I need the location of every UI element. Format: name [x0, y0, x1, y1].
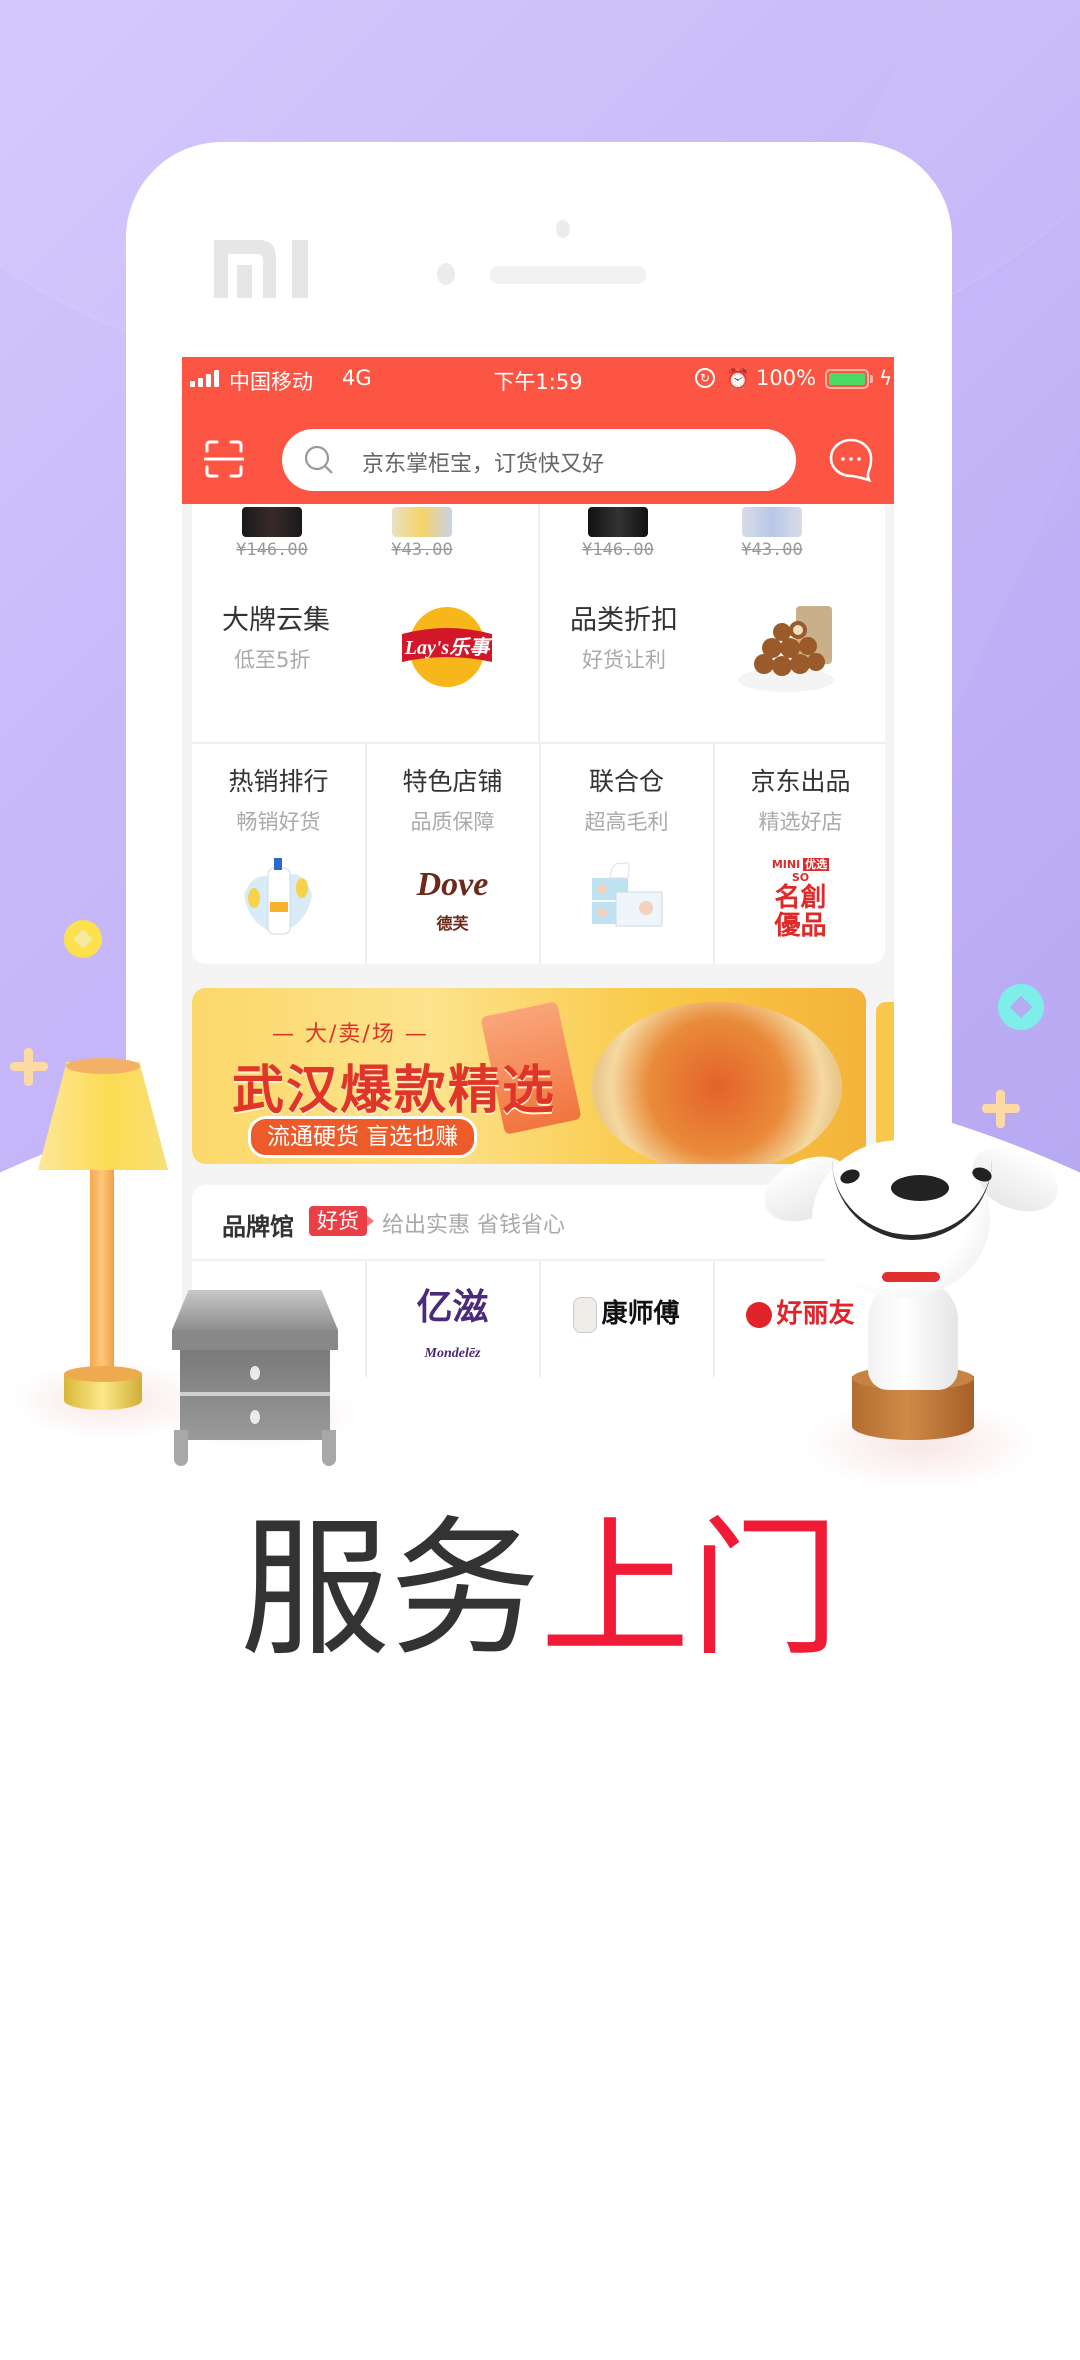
- sparkle-plus-icon: [982, 1090, 1020, 1128]
- card-subtitle: 品质保障: [410, 810, 495, 834]
- product-price: ¥43.00: [391, 540, 453, 560]
- message-icon[interactable]: [828, 437, 874, 483]
- product-image: [742, 507, 802, 537]
- category-card-featured-stores[interactable]: 特色店铺 品质保障 Dove 德芙: [366, 744, 539, 964]
- product-image: [392, 507, 452, 537]
- card-subtitle: 低至5折: [234, 648, 311, 672]
- card-title: 品类折扣: [570, 605, 678, 636]
- app-screen: 中国移动 4G 下午1:59 ↻ ⏰ 100% ϟ 京东掌柜宝，订货快又好 ¥1…: [182, 357, 894, 1377]
- promo-banner[interactable]: — 大/卖/场 — 武汉爆款精选 流通硬货 盲选也赚: [192, 988, 866, 1164]
- card-title: 大牌云集: [222, 605, 330, 636]
- card-subtitle: 超高毛利: [584, 810, 669, 834]
- coin-icon: [998, 984, 1044, 1030]
- card-title: 热销排行: [228, 767, 329, 796]
- charging-bolt-icon: ϟ: [879, 366, 893, 390]
- feature-grid: 大牌云集 低至5折 Lay's乐事 品类折扣 好货让利 热销排行 畅销好货 特色…: [192, 568, 887, 964]
- wipes-image-icon: [592, 862, 663, 927]
- search-icon: [304, 445, 333, 474]
- orientation-lock-icon: ↻: [695, 368, 715, 388]
- dove-logo: Dove 德芙: [416, 866, 489, 934]
- headline: 服务上门: [0, 1500, 1080, 1680]
- banner-title: 武汉爆款精选: [232, 1061, 557, 1121]
- search-placeholder: 京东掌柜宝，订货快又好: [362, 452, 605, 477]
- app-header: 中国移动 4G 下午1:59 ↻ ⏰ 100% ϟ 京东掌柜宝，订货快又好: [182, 357, 894, 504]
- category-card-hot-sales[interactable]: 热销排行 畅销好货: [192, 744, 365, 964]
- status-bar: 中国移动 4G 下午1:59 ↻ ⏰ 100% ϟ: [182, 357, 894, 401]
- card-title: 联合仓: [588, 767, 664, 796]
- floor-lamp-top: [66, 1058, 140, 1074]
- cabinet-drawer-line: [180, 1392, 330, 1396]
- noodle-bowl-image: [592, 1002, 842, 1164]
- headline-part2: 上门: [540, 1503, 841, 1677]
- battery-percent: 100%: [756, 366, 817, 390]
- shampoo-image-icon: [244, 858, 312, 935]
- product-price: ¥43.00: [741, 540, 803, 560]
- brand-hall-badge: 好货: [309, 1206, 367, 1236]
- product-image: [242, 507, 302, 537]
- cabinet-front: [172, 1330, 338, 1350]
- card-title: 京东出品: [750, 767, 851, 796]
- mascot-collar: [882, 1272, 940, 1282]
- scan-icon[interactable]: [204, 439, 244, 479]
- floor-lamp-pole: [90, 1166, 114, 1376]
- card-subtitle: 畅销好货: [236, 810, 321, 834]
- badge-arrow-icon: [364, 1213, 374, 1229]
- banner-tagline: 流通硬货 盲选也赚: [248, 1116, 478, 1158]
- cabinet-leg: [174, 1430, 188, 1466]
- sparkle-plus-icon: [10, 1048, 48, 1086]
- cabinet-knob-icon: [250, 1410, 260, 1424]
- card-subtitle: 精选好店: [758, 810, 843, 834]
- earpiece-speaker: [490, 266, 646, 284]
- cabinet-knob-icon: [250, 1366, 260, 1380]
- card-title: 特色店铺: [402, 767, 503, 796]
- mi-logo-icon: [214, 240, 308, 298]
- product-price: ¥146.00: [236, 540, 308, 560]
- svg-text:Lay's乐事: Lay's乐事: [404, 636, 492, 659]
- card-subtitle: 好货让利: [582, 648, 666, 672]
- alarm-icon: ⏰: [726, 368, 750, 390]
- category-card-joint-warehouse[interactable]: 联合仓 超高毛利: [540, 744, 713, 964]
- product-image: [588, 507, 648, 537]
- next-banner-peek[interactable]: [876, 1002, 894, 1150]
- lays-logo-icon: Lay's乐事: [402, 607, 492, 687]
- brand-hall-title: 品牌馆: [222, 1213, 294, 1241]
- search-input[interactable]: 京东掌柜宝，订货快又好: [282, 429, 796, 491]
- sensor-icon: [437, 263, 455, 285]
- cabinet-leg: [322, 1430, 336, 1466]
- battery-tip: [870, 375, 873, 383]
- cabinet-top: [172, 1290, 338, 1330]
- front-camera-icon: [556, 220, 570, 238]
- brand-hall-slogan: 给出实惠 省钱省心: [382, 1213, 565, 1238]
- category-card-jd-products[interactable]: 京东出品 精选好店 MINI 优选 SO 名創 優品: [714, 744, 887, 964]
- nuts-image-icon: [738, 606, 834, 692]
- battery-icon: [825, 369, 869, 389]
- coin-icon: [64, 920, 102, 958]
- feature-card-discount[interactable]: 品类折扣 好货让利: [540, 568, 886, 744]
- feature-card-brands[interactable]: 大牌云集 低至5折 Lay's乐事: [192, 568, 538, 744]
- miniso-logo: MINI 优选 SO 名創 優品: [771, 858, 830, 941]
- product-price: ¥146.00: [582, 540, 654, 560]
- floor-lamp-base-top: [64, 1366, 142, 1382]
- headline-part1: 服务: [239, 1503, 540, 1677]
- banner-subtitle: — 大/卖/场 —: [272, 1022, 429, 1047]
